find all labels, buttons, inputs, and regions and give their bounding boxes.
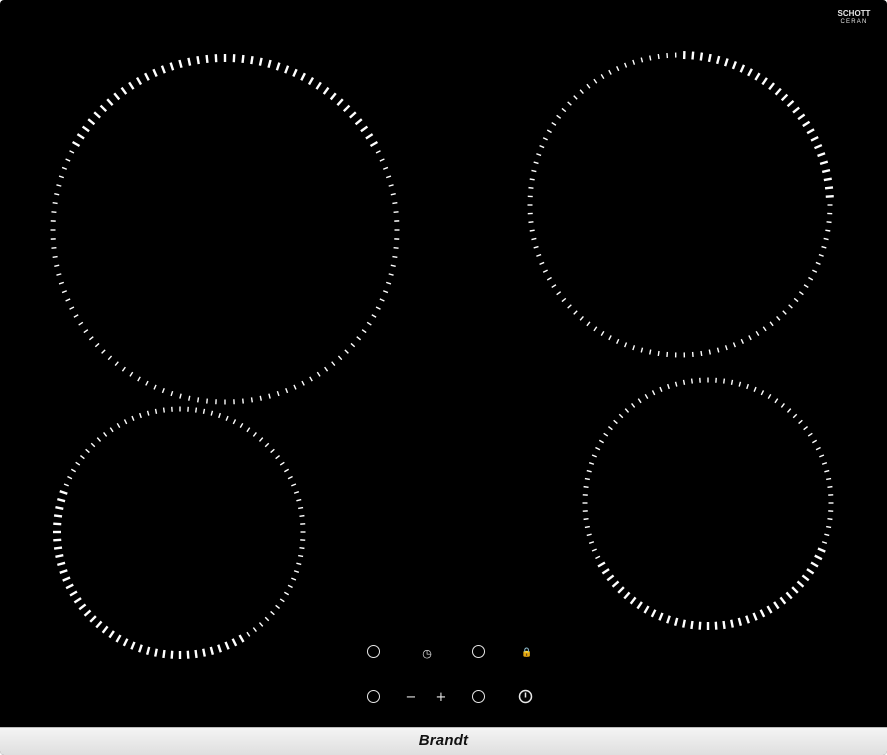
- minus-button[interactable]: −: [403, 689, 419, 705]
- zone-select-button-top-left[interactable]: [367, 645, 380, 658]
- lock-button[interactable]: 🔒: [519, 645, 535, 661]
- lock-icon: 🔒: [521, 647, 533, 658]
- cooking-zones: [50, 51, 834, 660]
- zone-select-button-top-right[interactable]: [472, 645, 485, 658]
- zone-select-button-bottom-right[interactable]: [472, 690, 485, 703]
- minus-label: −: [405, 689, 417, 705]
- timer-button[interactable]: ◷: [419, 645, 435, 661]
- cooking-zone-front-left[interactable]: [53, 406, 306, 660]
- zone-hit-area[interactable]: [53, 58, 397, 402]
- power-button[interactable]: [518, 689, 533, 704]
- cooking-zone-rear-left[interactable]: [50, 54, 400, 405]
- cooktop-glass: SCHOTT CERAN ◷ 🔒 − + Brandt: [0, 0, 887, 755]
- zone-hit-area[interactable]: [57, 409, 303, 655]
- timer-icon: ◷: [422, 646, 432, 660]
- plus-label: +: [435, 689, 447, 705]
- plus-button[interactable]: +: [433, 689, 449, 705]
- zone-hit-area[interactable]: [530, 55, 830, 355]
- zone-select-button-bottom-left[interactable]: [367, 690, 380, 703]
- cooking-zone-rear-right[interactable]: [527, 51, 834, 358]
- power-icon: [518, 689, 533, 704]
- cooking-zone-front-right[interactable]: [582, 377, 834, 631]
- zone-hit-area[interactable]: [585, 380, 831, 626]
- brand-logo: Brandt: [418, 732, 469, 749]
